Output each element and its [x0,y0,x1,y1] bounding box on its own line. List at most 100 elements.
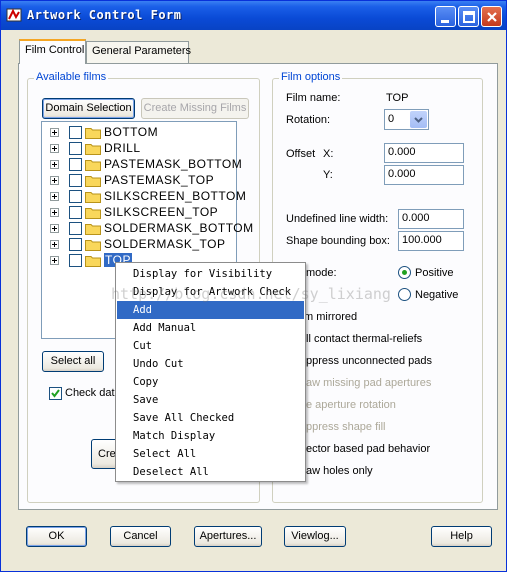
expand-icon[interactable] [50,240,59,249]
film-label: BOTTOM [104,125,159,139]
menu-item-save-all-checked[interactable]: Save All Checked [117,409,304,427]
offset-x-input[interactable]: 0.000 [384,143,464,163]
menu-item-add-manual[interactable]: Add Manual [117,319,304,337]
film-context-menu: Display for Visibility Display for Artwo… [115,262,306,482]
folder-icon [85,160,101,171]
menu-item-deselect-all[interactable]: Deselect All [117,463,304,481]
close-button[interactable] [481,6,502,27]
menu-item-select-all[interactable]: Select All [117,445,304,463]
menu-item-add[interactable]: Add [117,301,304,319]
suppress-unconnected-pads-label: ppress unconnected pads [306,355,432,367]
cancel-button[interactable]: Cancel [110,526,171,547]
use-aperture-rotation-label: e aperture rotation [306,399,396,411]
dropdown-button[interactable] [410,111,427,128]
draw-missing-pad-apertures-label: aw missing pad apertures [306,377,432,389]
offset-x-label: X: [323,148,334,160]
expand-icon[interactable] [50,176,59,185]
menu-item-match-display[interactable]: Match Display [117,427,304,445]
film-label: SOLDERMASK_TOP [104,237,226,251]
film-mirrored-label: m mirrored [304,311,358,323]
shape-bounding-box-input[interactable]: 100.000 [398,231,464,251]
offset-y-label: Y: [323,169,333,181]
film-label: DRILL [104,141,141,155]
checkmark-icon [51,389,60,398]
title-bar[interactable]: Artwork Control Form [1,1,506,30]
expand-icon[interactable] [50,208,59,217]
negative-label: Negative [415,289,459,301]
window-title: Artwork Control Form [27,8,182,22]
positive-radio[interactable] [398,266,411,279]
menu-item-save[interactable]: Save [117,391,304,409]
film-options-title: Film options [279,71,343,83]
full-contact-thermal-reliefs-label: ll contact thermal-reliefs [306,333,423,345]
film-name-value: TOP [386,92,409,104]
expand-icon[interactable] [50,144,59,153]
film-checkbox[interactable] [69,158,82,171]
positive-label: Positive [415,267,454,279]
artwork-control-window: Artwork Control Form Film Control Genera… [0,0,507,572]
select-all-button[interactable]: Select all [42,351,104,372]
offset-label: Offset [286,148,316,160]
folder-icon [85,256,101,267]
suppress-shape-fill-label: ppress shape fill [306,421,386,433]
close-icon [487,12,497,22]
help-button[interactable]: Help [431,526,492,547]
film-label: PASTEMASK_BOTTOM [104,157,243,171]
offset-y-input[interactable]: 0.000 [384,165,464,185]
rotation-value: 0 [388,113,395,125]
chevron-down-icon [414,117,423,123]
maximize-button[interactable] [458,6,479,27]
folder-icon [85,240,101,251]
vector-based-pad-behavior-label: ector based pad behavior [306,443,431,455]
folder-icon [85,144,101,155]
menu-item-undo-cut[interactable]: Undo Cut [117,355,304,373]
folder-icon [85,128,101,139]
film-checkbox[interactable] [69,222,82,235]
film-checkbox[interactable] [69,126,82,139]
folder-icon [85,224,101,235]
expand-icon[interactable] [50,256,59,265]
film-checkbox[interactable] [69,206,82,219]
tab-general-parameters[interactable]: General Parameters [86,41,191,63]
expand-icon[interactable] [50,160,59,169]
expand-icon[interactable] [50,128,59,137]
film-label: SILKSCREEN_TOP [104,205,219,219]
film-checkbox[interactable] [69,174,82,187]
film-checkbox[interactable] [69,190,82,203]
undefined-line-width-label: Undefined line width: [286,213,389,225]
create-missing-films-button[interactable]: Create Missing Films [141,98,249,119]
available-films-title: Available films [34,71,109,83]
expand-icon[interactable] [50,192,59,201]
expand-icon[interactable] [50,224,59,233]
menu-item-display-for-artwork-check[interactable]: Display for Artwork Check [117,283,304,301]
maximize-icon [463,11,475,23]
draw-holes-only-label: aw holes only [306,465,373,477]
menu-item-cut[interactable]: Cut [117,337,304,355]
film-checkbox[interactable] [69,142,82,155]
check-database-label: Check dat [65,387,115,399]
film-checkbox[interactable] [69,254,82,267]
undefined-line-width-input[interactable]: 0.000 [398,209,464,229]
viewlog-button[interactable]: Viewlog... [284,526,346,547]
apertures-button[interactable]: Apertures... [194,526,262,547]
ok-button[interactable]: OK [26,526,87,547]
film-name-label: Film name: [286,92,341,104]
minimize-button[interactable] [435,6,456,27]
check-database-checkbox[interactable] [49,387,62,400]
shape-bounding-box-label: Shape bounding box: [286,235,390,247]
rotation-select[interactable]: 0 [384,109,429,130]
domain-selection-button[interactable]: Domain Selection [42,98,135,119]
minimize-icon [441,20,449,23]
folder-icon [85,176,101,187]
menu-item-display-for-visibility[interactable]: Display for Visibility [117,265,304,283]
folder-icon [85,192,101,203]
film-label: SILKSCREEN_BOTTOM [104,189,247,203]
folder-icon [85,208,101,219]
app-icon [6,8,22,22]
menu-item-copy[interactable]: Copy [117,373,304,391]
film-label: PASTEMASK_TOP [104,173,215,187]
film-checkbox[interactable] [69,238,82,251]
negative-radio[interactable] [398,288,411,301]
rotation-label: Rotation: [286,114,331,126]
tab-film-control[interactable]: Film Control [19,39,86,64]
